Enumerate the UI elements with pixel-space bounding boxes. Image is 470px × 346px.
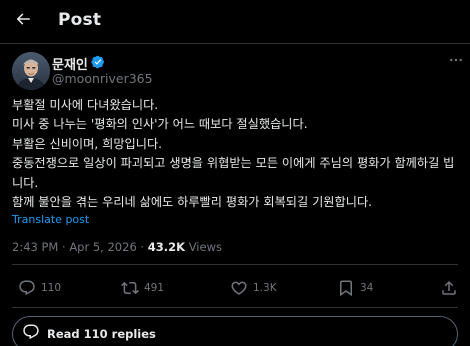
post-meta: 2:43 PM · Apr 5, 2026 · 43.2K Views (12, 240, 222, 254)
repost-icon (121, 279, 139, 297)
action-bar: 110 491 1.3K 34 (0, 276, 470, 300)
post-line: 중동전쟁으로 일상이 파괴되고 생명을 위협받는 모든 이에게 주님의 평화가 … (12, 156, 455, 171)
like-icon (230, 279, 248, 297)
post-time[interactable]: 2:43 PM (12, 240, 58, 254)
post-line: 부활은 신비이며, 희망입니다. (12, 136, 163, 151)
avatar[interactable] (12, 52, 50, 90)
bookmark-button[interactable]: 34 (337, 276, 373, 300)
like-count: 1.3K (253, 282, 277, 294)
views-label: Views (188, 240, 222, 254)
post-line: 니다. (12, 175, 39, 190)
post-text: 부활절 미사에 다녀왔습니다. 미사 중 나누는 '평화의 인사'가 어느 때보… (12, 96, 466, 212)
top-bar: Post (0, 0, 470, 44)
divider (12, 264, 458, 265)
meta-separator: · (140, 240, 145, 254)
post-date[interactable]: Apr 5, 2026 (69, 240, 136, 254)
reply-icon (18, 279, 36, 297)
bookmark-count: 34 (360, 282, 374, 294)
arrow-left-icon (14, 10, 32, 32)
more-icon (448, 52, 464, 72)
reply-button[interactable]: 110 (18, 276, 61, 300)
views-count: 43.2K (147, 240, 186, 254)
repost-count: 491 (144, 282, 165, 294)
read-replies-button[interactable]: Read 110 replies (12, 316, 458, 346)
reply-icon (22, 323, 40, 345)
back-button[interactable] (9, 7, 37, 35)
translate-post-link[interactable]: Translate post (12, 213, 89, 226)
share-icon (440, 279, 458, 297)
reply-count: 110 (41, 282, 62, 294)
divider (12, 307, 458, 308)
more-options-button[interactable] (446, 52, 466, 72)
header-divider (0, 43, 470, 44)
post-line: 부활절 미사에 다녀왔습니다. (12, 98, 159, 112)
post-detail-page: Post 문재인 @moonriver365 부활절 미사에 다녀왔습니다. 미… (0, 0, 470, 346)
like-button[interactable]: 1.3K (230, 276, 277, 300)
bookmark-icon (337, 279, 355, 297)
share-button[interactable] (440, 276, 458, 300)
meta-separator: · (62, 240, 66, 254)
repost-button[interactable]: 491 (121, 276, 164, 300)
post-author: 문재인 @moonriver365 (12, 52, 462, 92)
post-line: 함께 불안을 겪는 우리네 삶에도 하루빨리 평화가 회복되길 기원합니다. (12, 195, 373, 210)
user-handle[interactable]: @moonriver365 (52, 71, 153, 86)
page-title: Post (58, 10, 102, 30)
post-line: 미사 중 나누는 '평화의 인사'가 어느 때보다 절실했습니다. (12, 117, 308, 132)
read-replies-label: Read 110 replies (47, 327, 156, 341)
